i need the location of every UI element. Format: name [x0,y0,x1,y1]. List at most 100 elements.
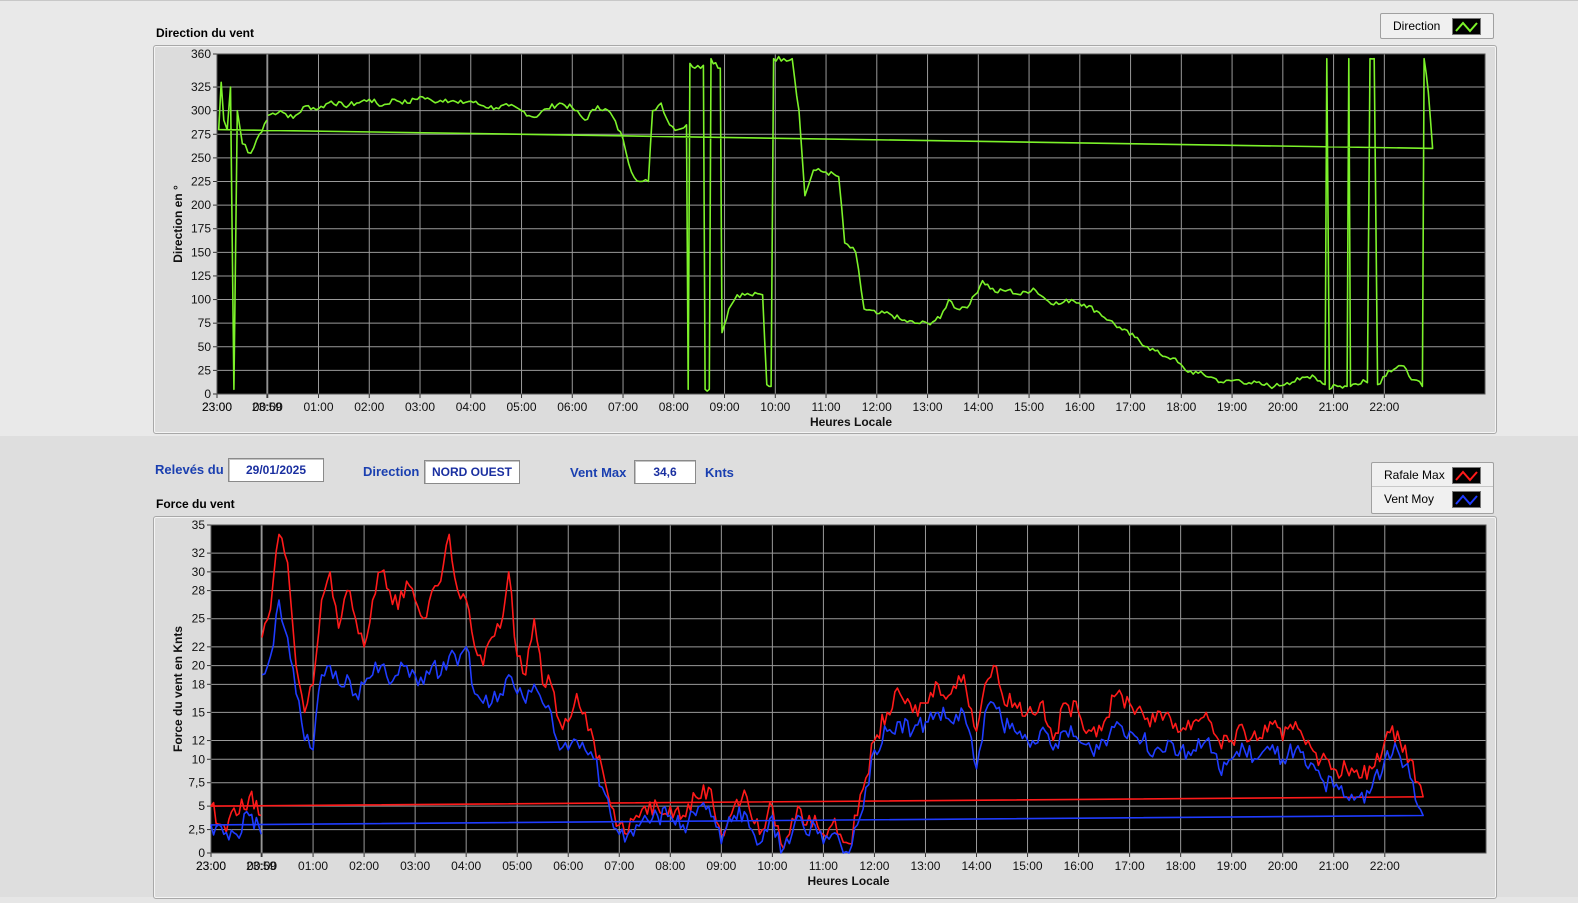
chart1-plot-area [211,525,1486,853]
chart0-xtick-label: 23:59 [252,400,282,414]
chart1-ytick-label: 20 [192,659,206,673]
chart0-xtick-label: 18:00 [1166,400,1196,414]
force-legend: Rafale Max Vent Moy [1371,462,1494,514]
direction-field[interactable]: NORD OUEST [424,460,520,484]
direction-chart-title: Direction du vent [156,26,255,40]
legend-label-rafale-max: Rafale Max [1384,468,1445,482]
chart1-xtick-label: 01:00 [298,859,328,873]
legend-swatch-direction-icon [1452,18,1481,35]
chart1-xtick-label: 12:00 [859,859,889,873]
chart1-ytick-label: 22 [192,640,206,654]
chart1-xtick-label: 06:00 [553,859,583,873]
chart0-xtick-label: 05:00 [507,400,537,414]
chart1-xtick-label: 02:00 [349,859,379,873]
chart0-xtick-label: 22:00 [1369,400,1399,414]
vent-max-field[interactable]: 34,6 [634,460,696,484]
chart1-xtick-label: 22:00 [1370,859,1400,873]
chart0-xtick-label: 07:00 [608,400,638,414]
chart0-xtick-label: 03:00 [405,400,435,414]
chart0-xtick-label: 01:00 [303,400,333,414]
chart0-ytick-label: 275 [191,127,211,141]
chart0-xtick-label: 23:00 [202,400,232,414]
chart1-xtick-label: 09:00 [706,859,736,873]
vent-max-unit: Knts [705,465,734,480]
legend-swatch-rafale-icon [1452,467,1481,484]
chart0-ytick-label: 225 [191,175,211,189]
chart0-xtick-label: 04:00 [456,400,486,414]
chart1-ytick-label: 15 [192,705,206,719]
chart0-xtick-label: 08:00 [659,400,689,414]
chart1-x-axis-label: Heures Locale [807,874,889,888]
chart1-xtick-label: 08:00 [655,859,685,873]
chart1-ytick-label: 25 [192,612,206,626]
chart0-y-axis-label: Direction en ° [171,185,185,263]
chart1-xtick-label: 15:00 [1013,859,1043,873]
chart0-xtick-label: 13:00 [913,400,943,414]
chart0-ytick-label: 125 [191,269,211,283]
chart1-xtick-label: 11:00 [809,859,838,873]
chart0-ytick-label: 250 [191,151,211,165]
chart1-ytick-label: 7,5 [188,776,205,790]
chart0-ytick-label: 175 [191,222,211,236]
vent-max-label: Vent Max [570,465,627,480]
chart1-xtick-label: 07:00 [604,859,634,873]
force-chart: 23:00 00:00 01:00 02:00 03:00 04:00 05:00 06:00… [171,518,1487,888]
chart1-xtick-label: 04:00 [451,859,481,873]
chart1-xtick-label: 19:00 [1217,859,1247,873]
chart0-xtick-label: 21:00 [1319,400,1349,414]
chart0-ytick-label: 0 [204,387,211,401]
chart0-xtick-label: 16:00 [1065,400,1095,414]
date-field[interactable]: 29/01/2025 [228,458,324,482]
chart0-xtick-label: 11:00 [811,400,840,414]
chart0-ytick-label: 100 [191,293,211,307]
chart1-xtick-label: 23:59 [246,859,276,873]
force-chart-frame: 23:00 00:00 01:00 02:00 03:00 04:00 05:00 06:00… [153,516,1497,899]
direction-chart-frame: 23:00 00:00 01:00 02:00 03:00 04:00 05:00 06:00… [153,45,1497,434]
chart0-ytick-label: 325 [191,80,211,94]
direction-chart: 23:00 00:00 01:00 02:00 03:00 04:00 05:00 06:00… [171,47,1486,429]
legend-item-rafale-max[interactable]: Rafale Max [1372,463,1493,487]
chart1-xtick-label: 20:00 [1268,859,1298,873]
chart0-x-axis-label: Heures Locale [810,415,892,429]
legend-item-vent-moy[interactable]: Vent Moy [1372,487,1493,511]
chart0-xtick-label: 10:00 [760,400,790,414]
chart0-ytick-label: 360 [191,47,211,61]
chart1-ytick-label: 30 [192,565,206,579]
chart1-ytick-label: 10 [192,752,206,766]
chart0-xtick-label: 02:00 [354,400,384,414]
direction-label: Direction [363,464,420,479]
date-label: Relevés du [155,462,224,477]
chart1-y-axis-label: Force du vent en Knts [171,626,185,752]
chart0-xtick-label: 06:00 [557,400,587,414]
chart0-ytick-label: 200 [191,198,211,212]
chart1-xtick-label: 21:00 [1319,859,1349,873]
chart1-xtick-label: 14:00 [961,859,991,873]
chart0-xtick-label: 09:00 [710,400,740,414]
direction-legend: Direction [1380,13,1494,39]
legend-swatch-vent-moy-icon [1452,491,1481,508]
legend-item-direction[interactable]: Direction [1381,14,1493,38]
chart0-plot-area [217,54,1485,394]
chart1-xtick-label: 23:00 [196,859,226,873]
chart1-xtick-label: 13:00 [910,859,940,873]
chart0-ytick-label: 150 [191,245,211,259]
chart0-xtick-label: 19:00 [1217,400,1247,414]
chart1-ytick-label: 12 [192,734,206,748]
chart1-xtick-label: 17:00 [1115,859,1145,873]
chart0-xtick-label: 15:00 [1014,400,1044,414]
chart0-xtick-label: 12:00 [862,400,892,414]
chart1-xtick-label: 18:00 [1166,859,1196,873]
chart0-xtick-label: 14:00 [963,400,993,414]
chart1-xtick-label: 10:00 [757,859,787,873]
chart0-ytick-label: 300 [191,104,211,118]
chart1-ytick-label: 35 [192,518,206,532]
chart1-ytick-label: 5 [198,799,205,813]
chart1-xtick-label: 03:00 [400,859,430,873]
chart0-ytick-label: 25 [198,363,212,377]
chart0-ytick-label: 75 [198,316,212,330]
legend-label-vent-moy: Vent Moy [1384,492,1435,506]
chart1-ytick-label: 18 [192,677,206,691]
force-chart-title: Force du vent [156,497,235,511]
chart1-ytick-label: 28 [192,584,206,598]
chart0-ytick-label: 50 [198,340,212,354]
